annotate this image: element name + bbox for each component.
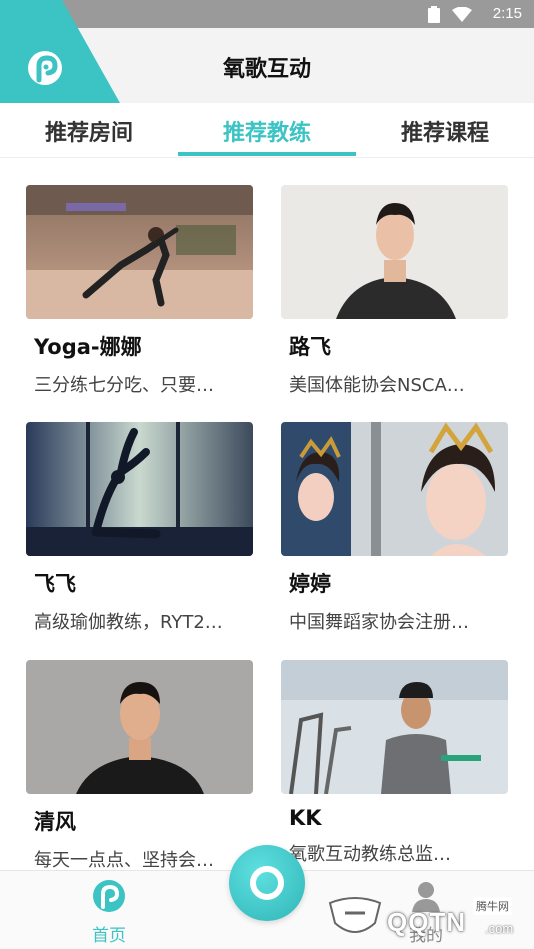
coach-photo[interactable] bbox=[281, 660, 508, 794]
coach-name: 飞飞 bbox=[34, 572, 76, 596]
watermark-suffix: .com bbox=[485, 921, 514, 936]
coach-photo[interactable] bbox=[26, 185, 253, 319]
male-trainer-photo bbox=[281, 185, 508, 319]
active-tab-indicator bbox=[178, 152, 356, 156]
coach-grid: Yoga-娜娜 三分练七分吃、只要… 路飞 美国体能协会NSCA… 飞飞 高级瑜… bbox=[0, 158, 534, 870]
male-coach-photo bbox=[26, 660, 253, 794]
gym-trainer-photo bbox=[281, 660, 508, 794]
watermark-badge: 腾牛网 bbox=[473, 897, 512, 915]
yoga-studio-photo bbox=[26, 185, 253, 319]
coach-name: 路飞 bbox=[289, 335, 331, 359]
tab-recommended-coaches[interactable]: 推荐教练 bbox=[178, 115, 356, 147]
nav-home[interactable]: 首页 bbox=[78, 879, 140, 946]
wifi-icon bbox=[452, 7, 472, 22]
watermark-logo-icon bbox=[328, 897, 382, 933]
yoga-silhouette-photo bbox=[26, 422, 253, 556]
nav-home-label: 首页 bbox=[92, 926, 126, 946]
coach-card[interactable]: KK 氧歌互动教练总监… bbox=[281, 660, 508, 866]
coach-photo[interactable] bbox=[26, 660, 253, 794]
coach-name: Yoga-娜娜 bbox=[34, 335, 142, 359]
ring-icon bbox=[250, 866, 284, 900]
app-header: 氧歌互动 bbox=[0, 0, 534, 103]
watermark-text: QQTN bbox=[387, 907, 467, 937]
page-title: 氧歌互动 bbox=[222, 57, 311, 82]
coach-name: 清风 bbox=[34, 810, 76, 834]
coach-description: 美国体能协会NSCA… bbox=[289, 375, 465, 396]
battery-icon bbox=[428, 6, 440, 23]
coach-description: 高级瑜伽教练，RYT2… bbox=[34, 612, 223, 633]
coach-description: 三分练七分吃、只要… bbox=[34, 375, 214, 396]
watermark: QQTN 腾牛网 .com bbox=[325, 893, 530, 945]
coach-photo[interactable] bbox=[281, 422, 508, 556]
tab-recommended-courses[interactable]: 推荐课程 bbox=[356, 115, 534, 147]
coach-card[interactable]: Yoga-娜娜 三分练七分吃、只要… bbox=[26, 185, 253, 397]
coach-card[interactable]: 婷婷 中国舞蹈家协会注册… bbox=[281, 422, 508, 634]
coach-card[interactable]: 路飞 美国体能协会NSCA… bbox=[281, 185, 508, 397]
tab-bar: 推荐房间 推荐教练 推荐课程 bbox=[0, 103, 534, 158]
coach-name: KK bbox=[289, 806, 322, 830]
coach-card[interactable]: 飞飞 高级瑜伽教练，RYT2… bbox=[26, 422, 253, 634]
coach-card[interactable]: 清风 每天一点点、坚持会… bbox=[26, 660, 253, 870]
coach-description: 中国舞蹈家协会注册… bbox=[289, 612, 469, 633]
coach-description: 氧歌互动教练总监… bbox=[289, 844, 451, 865]
coach-photo[interactable] bbox=[281, 185, 508, 319]
coach-name: 婷婷 bbox=[289, 572, 331, 596]
clock: 2:15 bbox=[492, 5, 522, 22]
tab-recommended-rooms[interactable]: 推荐房间 bbox=[0, 115, 178, 147]
center-action-button[interactable] bbox=[229, 845, 305, 921]
home-logo-icon bbox=[93, 880, 125, 912]
coach-photo[interactable] bbox=[26, 422, 253, 556]
coach-description: 每天一点点、坚持会… bbox=[34, 850, 214, 870]
dancer-photo bbox=[281, 422, 508, 556]
